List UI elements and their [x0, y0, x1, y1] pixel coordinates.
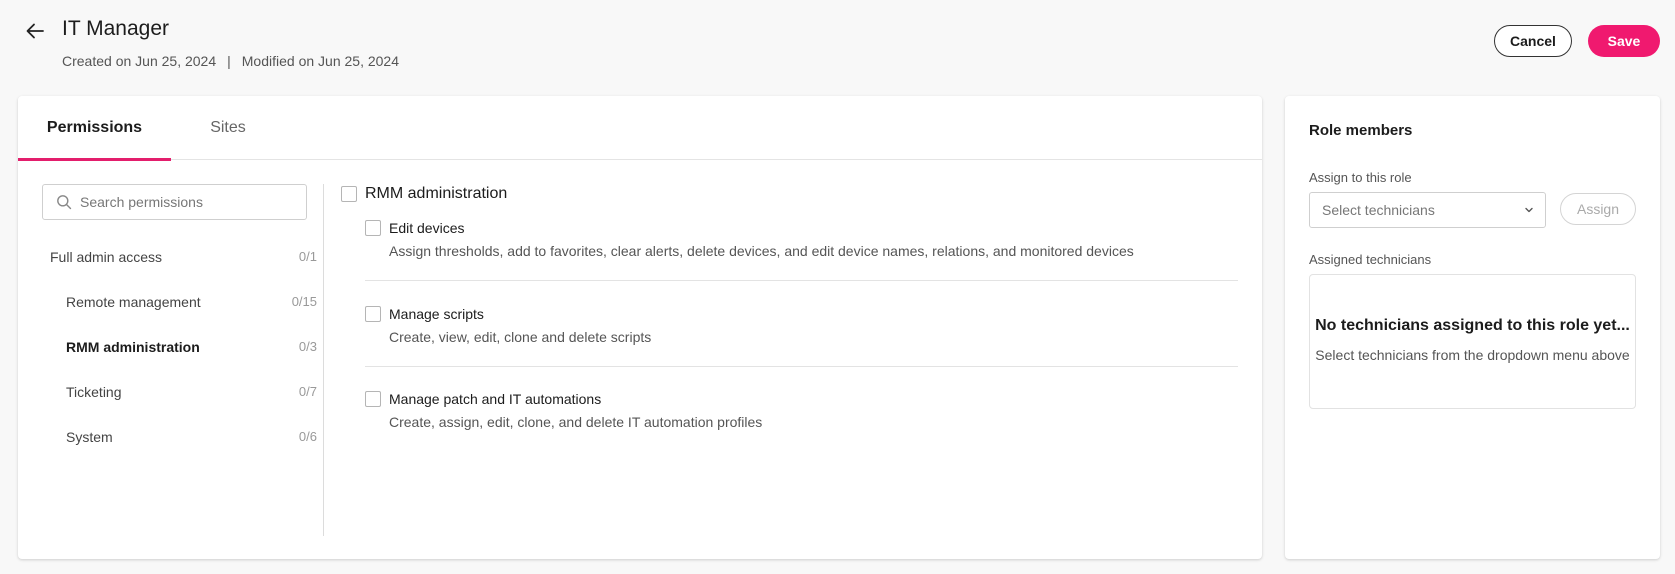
chevron-down-icon [1525, 207, 1533, 213]
role-members-title: Role members [1309, 122, 1413, 139]
tab-sites[interactable]: Sites [186, 96, 270, 160]
nav-item-label: System [66, 428, 113, 445]
permission-divider [365, 280, 1238, 281]
meta-separator: | [227, 53, 231, 69]
nav-item-count: 0/6 [298, 429, 317, 444]
tab-permissions[interactable]: Permissions [18, 96, 171, 161]
nav-item-full-admin-access[interactable]: Full admin access 0/1 [18, 234, 323, 279]
nav-item-count: 0/1 [298, 249, 317, 264]
technician-select[interactable]: Select technicians [1309, 192, 1546, 228]
arrow-left-icon [26, 23, 44, 39]
search-permissions[interactable] [42, 184, 307, 220]
permission-checkbox[interactable] [365, 306, 381, 322]
role-members-card: Role members Assign to this role Select … [1285, 96, 1660, 559]
nav-item-remote-management[interactable]: Remote management 0/15 [18, 279, 323, 324]
search-input[interactable] [80, 194, 300, 210]
permission-nav: Full admin access 0/1 Remote management … [18, 234, 323, 459]
nav-item-system[interactable]: System 0/6 [18, 414, 323, 459]
permission-description: Create, assign, edit, clone, and delete … [389, 414, 763, 430]
back-button[interactable] [20, 16, 50, 46]
page-header: IT Manager Created on Jun 25, 2024 | Mod… [0, 0, 1675, 92]
page-title: IT Manager [62, 17, 169, 40]
cancel-button[interactable]: Cancel [1494, 25, 1572, 57]
nav-item-count: 0/15 [291, 294, 317, 309]
nav-item-count: 0/3 [298, 339, 317, 354]
permissions-card: Permissions Sites Full admin access 0/1 … [18, 96, 1262, 559]
permission-divider [365, 366, 1238, 367]
modified-date: Modified on Jun 25, 2024 [241, 53, 399, 69]
tab-bar: Permissions Sites [18, 96, 1262, 161]
assign-label: Assign to this role [1309, 170, 1412, 185]
nav-item-rmm-administration[interactable]: RMM administration 0/3 [18, 324, 323, 369]
permission-manage-scripts: Manage scripts Create, view, edit, clone… [365, 306, 1238, 345]
section-title: RMM administration [365, 185, 508, 202]
save-button[interactable]: Save [1588, 25, 1660, 57]
permission-checkbox[interactable] [365, 220, 381, 236]
nav-item-label: RMM administration [66, 338, 200, 355]
nav-item-label: Remote management [66, 293, 201, 310]
nav-item-label: Ticketing [66, 383, 122, 400]
permission-checkbox[interactable] [365, 391, 381, 407]
permission-description: Create, view, edit, clone and delete scr… [389, 329, 652, 345]
technician-select-placeholder: Select technicians [1322, 202, 1435, 218]
nav-item-ticketing[interactable]: Ticketing 0/7 [18, 369, 323, 414]
empty-state-title: No technicians assigned to this role yet… [1315, 317, 1630, 334]
assigned-technicians-empty-state: No technicians assigned to this role yet… [1309, 274, 1636, 409]
nav-item-label: Full admin access [50, 248, 163, 265]
assign-button[interactable]: Assign [1560, 193, 1636, 225]
vertical-divider [323, 184, 324, 536]
search-icon [56, 194, 72, 210]
permission-name: Manage scripts [389, 306, 484, 322]
section-select-all-checkbox[interactable] [341, 186, 357, 202]
permission-name: Edit devices [389, 220, 465, 236]
assigned-technicians-label: Assigned technicians [1309, 252, 1432, 267]
permission-edit-devices: Edit devices Assign thresholds, add to f… [365, 220, 1238, 259]
permission-manage-patch-automations: Manage patch and IT automations Create, … [365, 391, 1238, 430]
permission-name: Manage patch and IT automations [389, 391, 602, 407]
created-date: Created on Jun 25, 2024 [62, 53, 217, 69]
page: IT Manager Created on Jun 25, 2024 | Mod… [0, 0, 1675, 574]
role-meta: Created on Jun 25, 2024 | Modified on Ju… [62, 53, 399, 69]
permission-description: Assign thresholds, add to favorites, cle… [389, 243, 1134, 259]
nav-item-count: 0/7 [298, 384, 317, 399]
empty-state-subtitle: Select technicians from the dropdown men… [1315, 347, 1630, 363]
section-header: RMM administration [341, 185, 507, 203]
